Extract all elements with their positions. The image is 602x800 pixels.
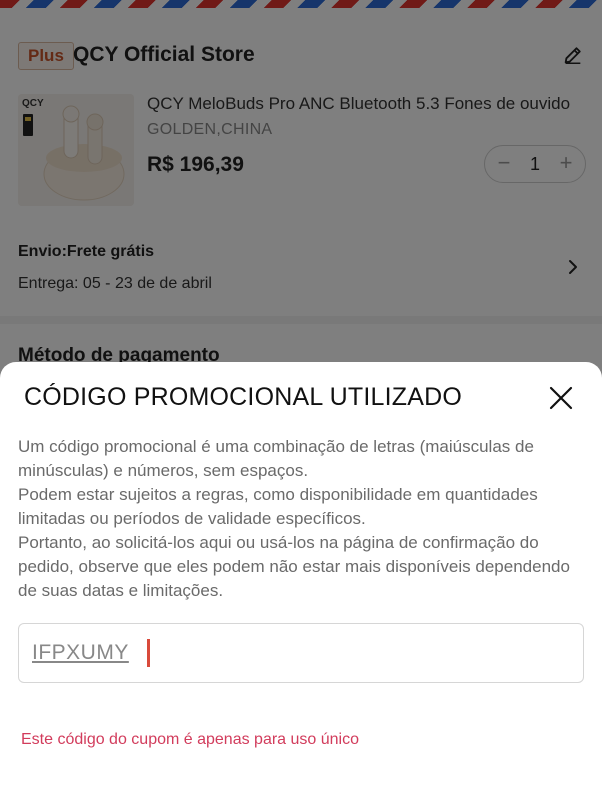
promo-description: Um código promocional é uma combinação d… <box>18 435 586 603</box>
promo-error-message: Este código do cupom é apenas para uso ú… <box>21 731 360 748</box>
description-line: Podem estar sujeitos a regras, como disp… <box>18 485 538 528</box>
description-line: Portanto, ao solicitá-los aqui ou usá-lo… <box>18 533 570 600</box>
text-caret <box>147 639 150 667</box>
promo-code-sheet: CÓDIGO PROMOCIONAL UTILIZADO Um código p… <box>0 362 602 800</box>
description-line: Um código promocional é uma combinação d… <box>18 437 534 480</box>
sheet-title: CÓDIGO PROMOCIONAL UTILIZADO <box>24 383 463 411</box>
promo-code-field[interactable] <box>18 623 584 683</box>
close-icon[interactable] <box>547 384 575 412</box>
promo-code-input[interactable] <box>32 638 552 668</box>
